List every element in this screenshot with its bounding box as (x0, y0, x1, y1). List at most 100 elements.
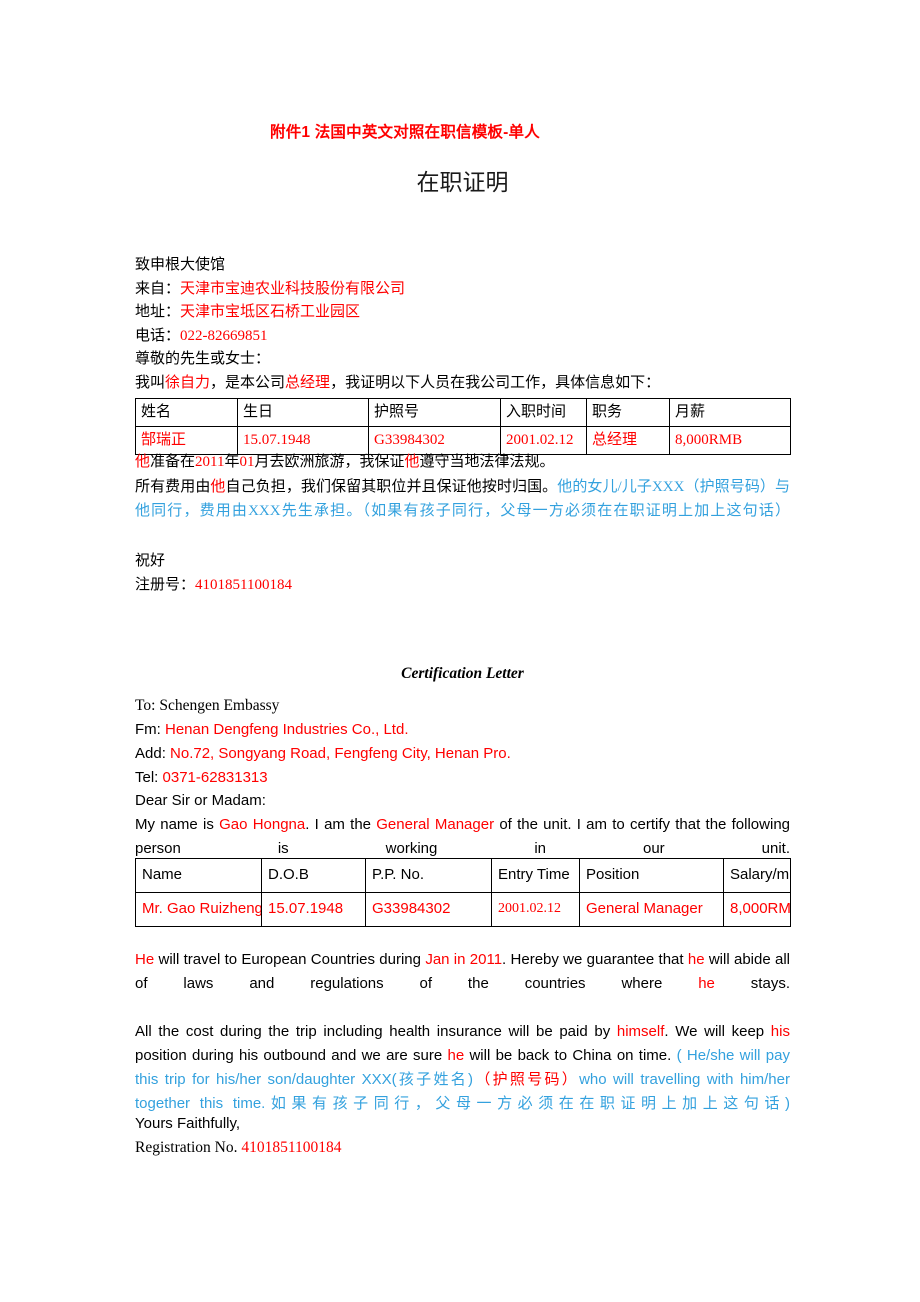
table-row: Name D.O.B P.P. No. Entry Time Position … (135, 858, 791, 893)
english-td-name: Mr. Gao Ruizheng (135, 892, 262, 927)
document-page: 附件1 法国中英文对照在职信模板-单人 在职证明 致申根大使馆 来自：天津市宝迪… (0, 0, 920, 1302)
english-td-passport: G33984302 (365, 892, 492, 927)
english-th-dob: D.O.B (261, 858, 366, 893)
chinese-intro-a: 我叫 (135, 374, 166, 391)
english-tel-value: 0371-62831313 (162, 769, 268, 786)
chinese-p1-b: 准备在 (150, 454, 196, 470)
english-from-line: Fm: Henan Dengfeng Industries Co., Ltd. (135, 718, 795, 742)
english-td-position: General Manager (579, 892, 724, 927)
english-td-salary: 8,000RMB (723, 892, 791, 927)
chinese-registration-line: 注册号：4101851100184 (135, 573, 790, 597)
chinese-from-line: 来自：天津市宝迪农业科技股份有限公司 (135, 278, 805, 302)
english-tel-label: Tel: (135, 769, 163, 786)
chinese-p2-c: 自己负担，我们保留其职位并且保证他按时归国。 (225, 478, 558, 495)
english-employee-table-wrap: Name D.O.B P.P. No. Entry Time Position … (135, 858, 791, 927)
chinese-employee-table-wrap: 姓名 生日 护照号 入职时间 职务 月薪 郜瑞正 15.07.1948 G339… (135, 398, 791, 455)
chinese-th-position: 职务 (586, 398, 670, 427)
chinese-registration-label: 注册号： (135, 577, 196, 593)
chinese-address-label: 地址： (135, 304, 181, 320)
english-company-name: Henan Dengfeng Industries Co., Ltd. (165, 721, 409, 738)
chinese-employee-table: 姓名 生日 护照号 入职时间 职务 月薪 郜瑞正 15.07.1948 G339… (135, 398, 791, 455)
chinese-th-dob: 生日 (237, 398, 369, 427)
chinese-th-passport: 护照号 (368, 398, 501, 427)
english-td-dob: 15.07.1948 (261, 892, 366, 927)
chinese-p1-year: 2011 (195, 454, 225, 470)
english-address-line: Add: No.72, Songyang Road, Fengfeng City… (135, 742, 795, 766)
chinese-p2-pronoun: 他 (210, 478, 226, 495)
english-p1-travel-date: Jan in 2011 (425, 951, 503, 968)
chinese-signer-name: 徐自力 (165, 374, 211, 391)
english-p1-b: will travel to European Countries during (154, 951, 426, 968)
chinese-registration-number: 4101851100184 (195, 577, 292, 593)
english-th-passport: P.P. No. (365, 858, 492, 893)
chinese-p1-c: 年 (224, 454, 240, 470)
chinese-company-name: 天津市宝迪农业科技股份有限公司 (180, 280, 406, 297)
chinese-header-block: 致申根大使馆 来自：天津市宝迪农业科技股份有限公司 地址：天津市宝坻区石桥工业园… (135, 254, 805, 395)
chinese-intro-c: ，我证明以下人员在我公司工作，具体信息如下： (330, 374, 661, 391)
english-p2-a: All the cost during the trip including h… (135, 1023, 617, 1040)
english-th-name: Name (135, 858, 262, 893)
english-p2-his: his (770, 1023, 790, 1040)
attachment-heading: 附件1 法国中英文对照在职信模板-单人 (270, 124, 540, 141)
chinese-closing: 祝好 (135, 553, 166, 569)
english-employee-table: Name D.O.B P.P. No. Entry Time Position … (135, 858, 791, 927)
english-intro-a: My name is (135, 816, 220, 833)
chinese-p1-f: 遵守当地法律法规。 (419, 454, 555, 470)
english-salutation: Dear Sir or Madam: (135, 792, 266, 809)
english-p2-passport-note: （护照号码） (473, 1071, 580, 1088)
chinese-address-value: 天津市宝坻区石桥工业园区 (180, 304, 361, 320)
chinese-cost-paragraph: 所有费用由他自己负担，我们保留其职位并且保证他按时归国。他的女儿/儿子XXX（护… (135, 475, 790, 549)
english-p2-b: . We will keep (664, 1023, 771, 1040)
chinese-from-label: 来自： (135, 280, 181, 297)
chinese-intro-line: 我叫徐自力，是本公司总经理，我证明以下人员在我公司工作，具体信息如下： (135, 372, 805, 396)
chinese-p1-pronoun: 他 (135, 454, 151, 470)
english-p1-pronoun3: he (698, 975, 715, 992)
english-signer-position: General Manager (376, 816, 495, 833)
english-closing: Yours Faithfully, (135, 1115, 241, 1132)
chinese-th-name: 姓名 (135, 398, 238, 427)
chinese-tel-value: 022-82669851 (180, 327, 268, 344)
english-p2-himself: himself (616, 1023, 665, 1040)
english-registration-line: Registration No. 4101851100184 (135, 1136, 790, 1160)
chinese-p1-month: 01 (239, 454, 255, 470)
english-p1-g: stays. (714, 975, 790, 992)
chinese-salutation: 尊敬的先生或女士： (135, 351, 271, 367)
english-p1-c: . Hereby we guarantee that (502, 951, 688, 968)
chinese-body-paragraphs: 他准备在2011年01月去欧洲旅游，我保证他遵守当地法律法规。 所有费用由他自己… (135, 450, 790, 548)
chinese-travel-line: 他准备在2011年01月去欧洲旅游，我保证他遵守当地法律法规。 (135, 450, 790, 475)
chinese-th-entry: 入职时间 (500, 398, 587, 427)
chinese-address-line: 地址：天津市宝坻区石桥工业园区 (135, 301, 805, 325)
english-p2-c: position during his outbound and we are … (135, 1047, 448, 1064)
english-p2-optional-note-3: 如果有孩子同行，父母一方必须在在职证明上加上这句话) (265, 1095, 790, 1112)
english-th-entry: Entry Time (491, 858, 580, 893)
chinese-tel-label: 电话： (135, 327, 181, 344)
chinese-th-salary: 月薪 (669, 398, 791, 427)
english-p2-d: will be back to China on time. (464, 1047, 677, 1064)
english-tel-line: Tel: 0371-62831313 (135, 766, 795, 790)
chinese-signer-position: 总经理 (285, 374, 331, 391)
chinese-document-title: 在职证明 (416, 170, 509, 195)
english-p2-he: he (447, 1047, 465, 1064)
chinese-p1-pronoun2: 他 (404, 454, 420, 470)
english-registration-label: Registration No. (135, 1139, 242, 1156)
english-travel-paragraph: He will travel to European Countries dur… (135, 948, 790, 1020)
english-from-label: Fm: (135, 721, 165, 738)
chinese-to-line: 致申根大使馆 (135, 257, 226, 273)
english-registration-number: 4101851100184 (241, 1139, 342, 1156)
english-p1-pronoun: He (135, 951, 155, 968)
chinese-p1-d: 月去欧洲旅游，我保证 (254, 454, 405, 470)
english-th-salary: Salary/m (723, 858, 791, 893)
english-document-title: Certification Letter (401, 665, 524, 682)
english-p1-pronoun2: he (687, 951, 705, 968)
chinese-tel-line: 电话：022-82669851 (135, 325, 805, 349)
english-td-entry: 2001.02.12 (491, 892, 580, 927)
table-row: 姓名 生日 护照号 入职时间 职务 月薪 (135, 398, 791, 427)
chinese-p2-a: 所有费用由 (135, 478, 211, 495)
english-th-position: Position (579, 858, 724, 893)
chinese-closing-block: 祝好 注册号：4101851100184 (135, 549, 790, 597)
english-intro-b: . I am the (305, 816, 377, 833)
english-address-value: No.72, Songyang Road, Fengfeng City, Hen… (170, 745, 511, 762)
english-signer-name: Gao Hongna (219, 816, 306, 833)
english-address-label: Add: (135, 745, 171, 762)
english-to-line: To: Schengen Embassy (135, 697, 280, 714)
